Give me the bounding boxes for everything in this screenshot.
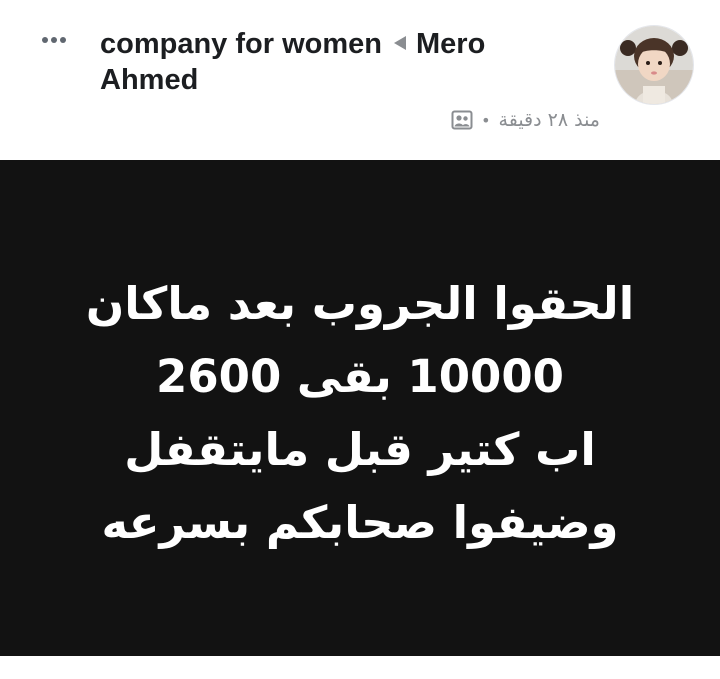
post-text-line: وضيفوا صحابكم بسرعه <box>101 496 619 549</box>
post-content-background[interactable]: الحقوا الجروب بعد ماكان 10000 بقى 2600 ا… <box>0 160 720 656</box>
post-text-line: اب كتير قبل مايتقفل <box>124 423 596 476</box>
more-horizontal-icon-dot <box>51 37 57 43</box>
triangle-left-icon <box>394 36 406 50</box>
profile-photo-avatar <box>615 26 693 104</box>
post-timestamp[interactable]: منذ ٢٨ دقيقة <box>499 109 600 131</box>
post-meta: منذ ٢٨ دقيقة • <box>451 106 600 134</box>
author-avatar[interactable] <box>614 25 694 105</box>
post-title: company for women Mero Ahmed <box>100 26 580 98</box>
more-options-button[interactable] <box>34 26 74 54</box>
post-text: الحقوا الجروب بعد ماكان 10000 بقى 2600 ا… <box>40 267 680 559</box>
post-header: company for women Mero Ahmed منذ ٢٨ دقيقة… <box>0 0 720 160</box>
post-text-line: الحقوا الجروب بعد ماكان <box>85 277 635 330</box>
group-members-icon <box>451 109 473 131</box>
post-text-line: 10000 بقى 2600 <box>156 350 564 403</box>
more-horizontal-icon <box>42 37 48 43</box>
meta-separator: • <box>481 110 491 130</box>
group-name-link[interactable]: company for women <box>100 28 382 60</box>
more-horizontal-icon-dot <box>60 37 66 43</box>
post-card: company for women Mero Ahmed منذ ٢٨ دقيقة… <box>0 0 720 679</box>
post-footer <box>0 656 720 679</box>
